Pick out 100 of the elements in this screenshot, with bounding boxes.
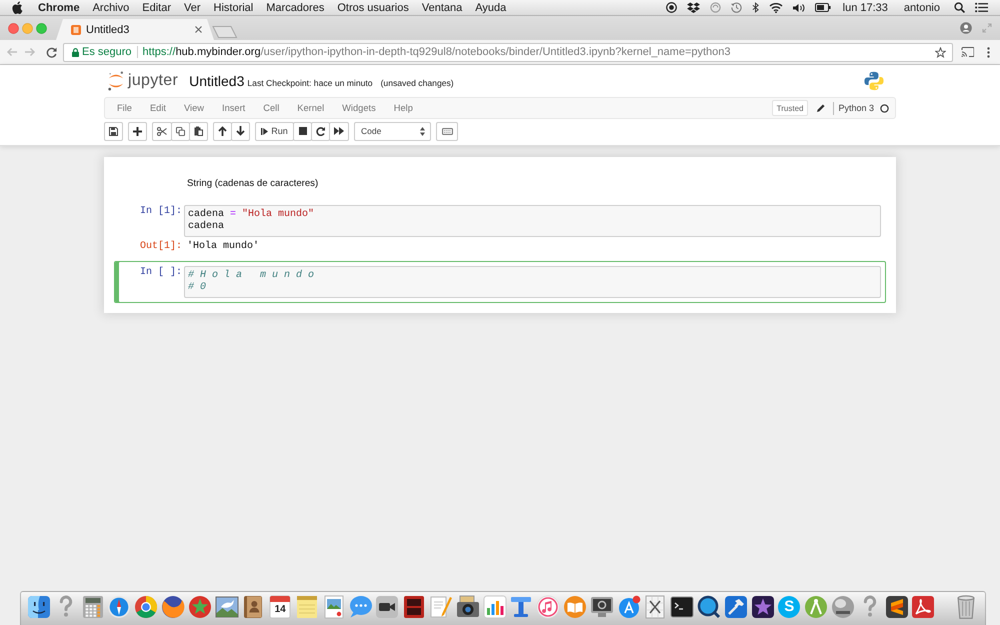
app-menu-item[interactable]: Chrome (38, 0, 80, 14)
boxes-icon[interactable] (686, 2, 700, 13)
cut-button[interactable] (152, 122, 172, 140)
hammer-icon[interactable] (724, 595, 748, 619)
terminal-icon[interactable] (670, 595, 694, 619)
security-label[interactable]: Es seguro (82, 46, 132, 58)
trusted-badge[interactable]: Trusted (772, 100, 808, 116)
podium-icon[interactable] (509, 595, 534, 619)
apple-icon[interactable] (12, 1, 23, 14)
markdown-text: String (cadenas de caracteres) (186, 177, 320, 191)
account-icon[interactable] (960, 22, 972, 34)
menu-item[interactable]: Editar (142, 0, 171, 14)
browser-tab[interactable]: Untitled3 (56, 19, 214, 40)
menu-item[interactable]: File (108, 103, 141, 113)
face-icon[interactable] (27, 595, 51, 619)
wifi-icon[interactable] (768, 2, 783, 13)
video-camera-icon[interactable] (375, 595, 400, 619)
arcs-logo-icon[interactable] (107, 71, 125, 91)
checkpoint-text: Last Checkpoint: hace un minuto (247, 78, 373, 88)
close-icon[interactable] (8, 22, 19, 34)
reload-icon[interactable] (46, 46, 57, 58)
selected-cell[interactable]: In [ ]: # H o l a m u n d o # 0 (114, 261, 886, 303)
logo-letter: S (784, 599, 794, 615)
menu-item[interactable]: Cell (254, 103, 288, 113)
output-prompt: Out[1]: (140, 241, 182, 252)
menu-item[interactable]: View (175, 103, 213, 113)
menu-item[interactable]: Help (384, 103, 422, 113)
landscape-picture-icon[interactable] (214, 595, 239, 619)
output-text: 'Hola mundo' (186, 240, 260, 254)
logo-text[interactable]: jupyter (128, 72, 178, 90)
code-line: cadena = "Hola mundo" (188, 209, 316, 220)
kernel-name[interactable]: Python 3 (838, 103, 874, 113)
sphere-icon[interactable] (830, 595, 855, 619)
clock-text[interactable]: lun 17:33 (842, 0, 888, 14)
star-circle-icon[interactable] (188, 595, 212, 619)
segmented-circle-icon[interactable] (134, 595, 158, 619)
menu-item[interactable]: Ayuda (475, 0, 506, 14)
user-name[interactable]: antonio (904, 0, 940, 14)
camera-photos-icon[interactable] (456, 595, 480, 619)
arrow-down-icon (236, 126, 245, 136)
photo-strip-icon[interactable] (402, 595, 426, 619)
compass-icon[interactable] (107, 595, 132, 619)
menu-item[interactable]: Otros usuarios (337, 0, 409, 14)
step-forward-icon (261, 128, 268, 134)
menu-item[interactable]: Ventana (422, 0, 462, 14)
screen-icon[interactable] (590, 595, 614, 619)
code-line: cadena (188, 221, 226, 233)
menu-item[interactable]: Historial (214, 0, 254, 14)
restart-button[interactable] (311, 122, 330, 140)
music-note-icon[interactable] (536, 595, 560, 619)
calendar-icon[interactable] (268, 595, 292, 619)
move-up-button[interactable] (213, 122, 232, 140)
letter-a-circle-icon[interactable] (616, 595, 641, 619)
stop-button[interactable] (293, 122, 312, 140)
menu-item[interactable]: Marcadores (266, 0, 324, 14)
crossed-sheet-icon[interactable] (643, 595, 668, 619)
paste-button[interactable] (189, 122, 208, 140)
copy-button[interactable] (171, 122, 190, 140)
menu-item[interactable]: Edit (140, 103, 176, 113)
code-editor-field[interactable]: cadena = "Hola mundo" cadena (184, 205, 881, 237)
menu-item[interactable]: Kernel (288, 103, 334, 113)
picture-sheet-icon[interactable] (322, 595, 346, 619)
more-icon[interactable] (987, 46, 990, 58)
save-button[interactable] (104, 122, 123, 140)
search-icon[interactable] (954, 2, 965, 13)
magnifier-icon[interactable] (696, 595, 721, 619)
swoosh-icon[interactable] (911, 595, 936, 619)
pencil-icon[interactable] (817, 104, 826, 112)
ribbon-icon[interactable] (884, 595, 908, 619)
speaker-icon[interactable] (792, 2, 805, 12)
insert-cell-button[interactable] (128, 122, 147, 140)
globe-icon[interactable] (160, 595, 185, 619)
bluetooth-icon[interactable] (752, 2, 759, 13)
run-button[interactable]: Run (255, 122, 294, 140)
trash-can-icon[interactable] (957, 595, 976, 619)
bar-chart-icon[interactable] (482, 595, 507, 619)
record-icon[interactable] (666, 2, 677, 13)
code-editor-field[interactable]: # H o l a m u n d o # 0 (184, 266, 881, 298)
keyboard-button[interactable] (436, 122, 458, 140)
url-text[interactable]: https://hub.mybinder.org/user/ipython-ipython-in-depth-tq929ul8/notebooks/binder/Untitled3.ipynb?kernel_name=python3 (142, 46, 731, 58)
menu-item[interactable]: Widgets (333, 103, 385, 113)
run-all-button[interactable] (329, 122, 349, 140)
menu-item[interactable]: Ver (184, 0, 201, 14)
close-tab-icon[interactable] (195, 26, 202, 33)
clock-arrow-icon[interactable] (730, 2, 742, 13)
star-outline-icon[interactable] (935, 46, 946, 58)
notebook-title[interactable]: Untitled3 (189, 73, 244, 89)
scissors-icon (157, 126, 167, 136)
move-down-button[interactable] (231, 122, 250, 140)
cell-type-select[interactable]: Code (354, 122, 431, 140)
snakes-logo-icon (864, 71, 884, 91)
keyboard-icon (442, 128, 452, 134)
code-line: # H o l a m u n d o (188, 270, 316, 282)
menu-item[interactable]: Archivo (92, 0, 130, 14)
list-icon[interactable] (975, 2, 988, 13)
menu-item[interactable]: Insert (213, 103, 254, 113)
address-field[interactable]: Es seguro https://hub.mybinder.org/user/ipython-ipython-in-depth-tq929ul8/notebooks/binder/Untitled3.ipynb?kernel_name=python3 (63, 42, 953, 62)
cast-icon[interactable] (961, 47, 974, 57)
battery-icon[interactable] (814, 3, 831, 12)
calculator-icon[interactable] (80, 595, 105, 619)
